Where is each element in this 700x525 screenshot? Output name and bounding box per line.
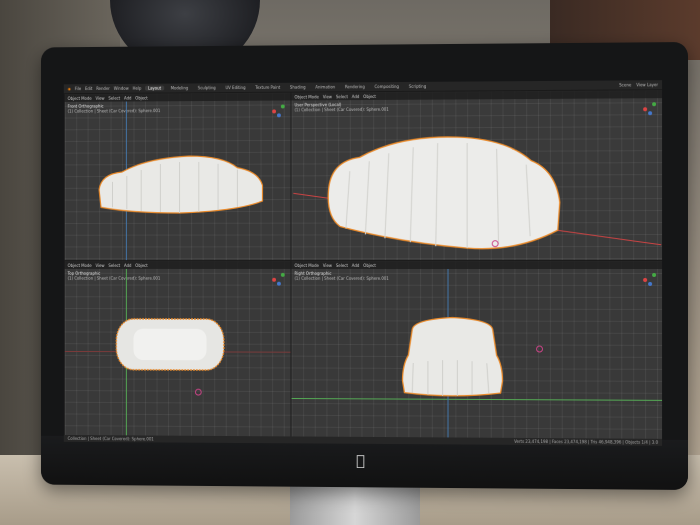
apple-logo-icon:  [356, 452, 365, 470]
menu-file[interactable]: File [75, 86, 81, 91]
tab-texture-paint[interactable]: Texture Paint [252, 85, 283, 90]
viewport-perspective[interactable]: Object Mode View Select Add Object User … [291, 89, 663, 262]
menu-window[interactable]: Window [114, 86, 129, 91]
tab-scripting[interactable]: Scripting [406, 84, 429, 89]
viewport-header: Object Mode View Select Add Object [292, 261, 663, 269]
menu-view[interactable]: View [95, 263, 104, 268]
menu-render[interactable]: Render [96, 86, 110, 91]
object-origin-icon [195, 389, 202, 396]
car-cover-side-view[interactable] [399, 315, 507, 400]
viewport-header: Object Mode View Select Add Object [292, 90, 663, 100]
mode-selector[interactable]: Object Mode [294, 94, 318, 99]
tab-uv-editing[interactable]: UV Editing [223, 85, 249, 90]
blender-logo-icon[interactable]: ◉ [68, 86, 71, 91]
navigation-gizmo-icon[interactable] [643, 102, 657, 116]
menu-edit[interactable]: Edit [85, 86, 92, 91]
viewport-collection-label: (1) Collection | Sheet (Car Covered): Sp… [68, 108, 161, 113]
object-origin-icon [492, 240, 499, 247]
navigation-gizmo-icon[interactable] [272, 104, 286, 118]
tab-compositing[interactable]: Compositing [372, 84, 402, 89]
menu-select[interactable]: Select [108, 95, 120, 100]
view-layer-selector[interactable]: View Layer [636, 82, 658, 87]
viewport-right[interactable]: Object Mode View Select Add Object Right… [291, 260, 663, 441]
navigation-gizmo-icon[interactable] [272, 273, 286, 287]
menu-add[interactable]: Add [352, 94, 360, 99]
car-cover-front-view[interactable] [93, 152, 266, 221]
tab-animation[interactable]: Animation [312, 84, 338, 89]
status-stats: Verts 23,474,198 | Faces 23,474,198 | Tr… [514, 439, 658, 445]
viewport-header: Object Mode View Select Add Object [65, 261, 292, 269]
menu-object[interactable]: Object [135, 95, 147, 100]
tab-shading[interactable]: Shading [287, 85, 309, 90]
viewport-front[interactable]: Object Mode View Select Add Object Front… [64, 92, 293, 262]
viewport-collection-label: (1) Collection | Sheet (Car Covered): Sp… [294, 276, 388, 281]
menu-object[interactable]: Object [135, 263, 147, 268]
scene-selector-group: Scene View Layer [619, 80, 658, 89]
viewport-collection-label: (1) Collection | Sheet (Car Covered): Sp… [294, 107, 388, 112]
blender-window: ◉ File Edit Render Window Help Layout Mo… [64, 80, 662, 446]
menu-add[interactable]: Add [124, 263, 131, 268]
status-collection: Collection | Sheet (Car Covered): Sphere… [68, 436, 154, 441]
menu-view[interactable]: View [323, 263, 332, 268]
mode-selector[interactable]: Object Mode [294, 263, 318, 268]
viewport-collection-label: (1) Collection | Sheet (Car Covered): Sp… [68, 276, 161, 281]
tab-sculpting[interactable]: Sculpting [195, 85, 219, 90]
menu-help[interactable]: Help [133, 86, 142, 91]
car-cover-perspective-view[interactable] [321, 131, 566, 256]
car-cover-top-view[interactable] [112, 315, 227, 374]
mode-selector[interactable]: Object Mode [68, 263, 92, 268]
menu-select[interactable]: Select [108, 263, 120, 268]
menu-add[interactable]: Add [124, 95, 131, 100]
mode-selector[interactable]: Object Mode [68, 95, 92, 100]
menu-add[interactable]: Add [352, 263, 360, 268]
monitor:  ◉ File Edit Render Window Help Layout … [41, 42, 688, 490]
scene-selector[interactable]: Scene [619, 82, 631, 87]
menu-select[interactable]: Select [336, 94, 348, 99]
tab-rendering[interactable]: Rendering [342, 84, 368, 89]
menu-view[interactable]: View [95, 95, 104, 100]
menu-object[interactable]: Object [363, 263, 376, 268]
tab-layout[interactable]: Layout [145, 86, 164, 91]
navigation-gizmo-icon[interactable] [643, 273, 657, 287]
menu-select[interactable]: Select [336, 263, 348, 268]
menu-view[interactable]: View [323, 94, 332, 99]
menu-object[interactable]: Object [363, 94, 376, 99]
viewport-header: Object Mode View Select Add Object [65, 93, 292, 102]
viewport-top[interactable]: Object Mode View Select Add Object Top O… [64, 260, 293, 438]
tab-modeling[interactable]: Modeling [168, 85, 191, 90]
object-origin-icon [536, 346, 543, 353]
